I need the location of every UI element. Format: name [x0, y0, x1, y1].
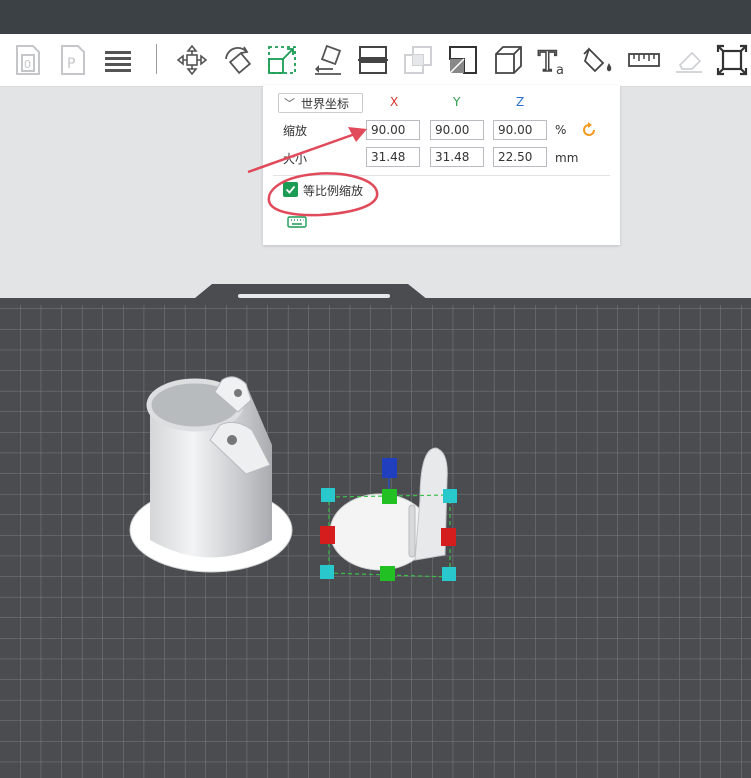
- size-unit: mm: [555, 151, 579, 165]
- lay-flat-icon: [315, 44, 342, 75]
- scale-panel: ﹀ 世界坐标 X Y Z 缩放 90.00 90.00 90.00 % 大小 3…: [263, 85, 620, 245]
- hollow-tool-button[interactable]: [399, 41, 437, 79]
- svg-text:T: T: [538, 45, 557, 77]
- plate-handle: [238, 294, 390, 298]
- axis-x-header: X: [390, 95, 399, 109]
- y-scale-handle-back[interactable]: [382, 489, 397, 504]
- keyboard-icon[interactable]: [287, 216, 307, 228]
- scale-y-input[interactable]: 90.00: [430, 120, 484, 140]
- cube-icon: [495, 46, 522, 74]
- scale-x-input[interactable]: 90.00: [366, 120, 420, 140]
- size-x-input[interactable]: 31.48: [366, 147, 420, 167]
- hollow-icon: [404, 46, 432, 74]
- toolbar-separator: [156, 44, 157, 74]
- scale-label: 缩放: [283, 124, 308, 138]
- checkmark-icon: [285, 185, 296, 194]
- uniform-scale-label: 等比例缩放: [303, 184, 364, 198]
- paint-bucket-icon: [583, 47, 612, 73]
- coordinate-system-select[interactable]: ﹀ 世界坐标: [278, 93, 363, 113]
- split-icon: [358, 46, 388, 74]
- svg-text:P: P: [67, 56, 75, 72]
- uniform-scale-checkbox[interactable]: [283, 182, 298, 197]
- coordinate-system-value: 世界坐标: [301, 96, 350, 111]
- object-list-button[interactable]: [99, 41, 137, 79]
- reset-icon[interactable]: [581, 122, 597, 138]
- x-scale-handle-right[interactable]: [441, 528, 456, 546]
- x-scale-handle-left[interactable]: [320, 526, 335, 544]
- rotate-icon: [225, 46, 252, 75]
- move-icon: [176, 44, 208, 76]
- size-label: 大小: [283, 152, 308, 166]
- lay-flat-button[interactable]: [309, 41, 347, 79]
- z-scale-handle[interactable]: [382, 458, 397, 478]
- add-shape-button[interactable]: [489, 41, 527, 79]
- mirror-tool-button[interactable]: [444, 41, 482, 79]
- fit-view-icon: [716, 44, 748, 76]
- support-erase-button[interactable]: [670, 41, 708, 79]
- corner-handle[interactable]: [320, 565, 334, 579]
- panel-divider: [273, 175, 610, 176]
- svg-text:0: 0: [24, 58, 31, 71]
- scale-icon: [268, 46, 296, 74]
- size-z-input[interactable]: 22.50: [493, 147, 547, 167]
- scale-unit: %: [555, 123, 567, 137]
- measure-tool-button[interactable]: [625, 41, 663, 79]
- corner-handle[interactable]: [443, 489, 457, 503]
- new-project-icon: 0: [16, 45, 40, 75]
- move-tool-button[interactable]: [173, 41, 211, 79]
- scale-z-input[interactable]: 90.00: [493, 120, 547, 140]
- list-icon: [105, 51, 131, 72]
- paint-tool-button[interactable]: [579, 41, 617, 79]
- rotate-tool-button[interactable]: [218, 41, 256, 79]
- fit-view-button[interactable]: [713, 41, 751, 79]
- open-project-icon: P: [61, 45, 85, 75]
- axis-z-header: Z: [516, 95, 525, 109]
- mirror-icon: [449, 46, 477, 74]
- ruler-icon: [628, 53, 660, 67]
- title-bar: [0, 0, 751, 34]
- main-toolbar: 0 P T a: [0, 34, 751, 87]
- erase-icon: [676, 51, 702, 73]
- open-project-button[interactable]: P: [55, 41, 93, 79]
- size-y-input[interactable]: 31.48: [430, 147, 484, 167]
- text-tool-button[interactable]: T a: [534, 41, 572, 79]
- new-project-button[interactable]: 0: [10, 41, 48, 79]
- corner-handle[interactable]: [321, 488, 335, 502]
- y-scale-handle-front[interactable]: [380, 566, 395, 581]
- corner-handle[interactable]: [442, 567, 456, 581]
- text-icon: T a: [537, 44, 564, 77]
- split-tool-button[interactable]: [354, 41, 392, 79]
- axis-y-header: Y: [453, 95, 461, 109]
- scale-tool-button[interactable]: [263, 41, 301, 79]
- svg-text:a: a: [556, 63, 564, 77]
- chevron-down-icon: ﹀: [284, 97, 295, 110]
